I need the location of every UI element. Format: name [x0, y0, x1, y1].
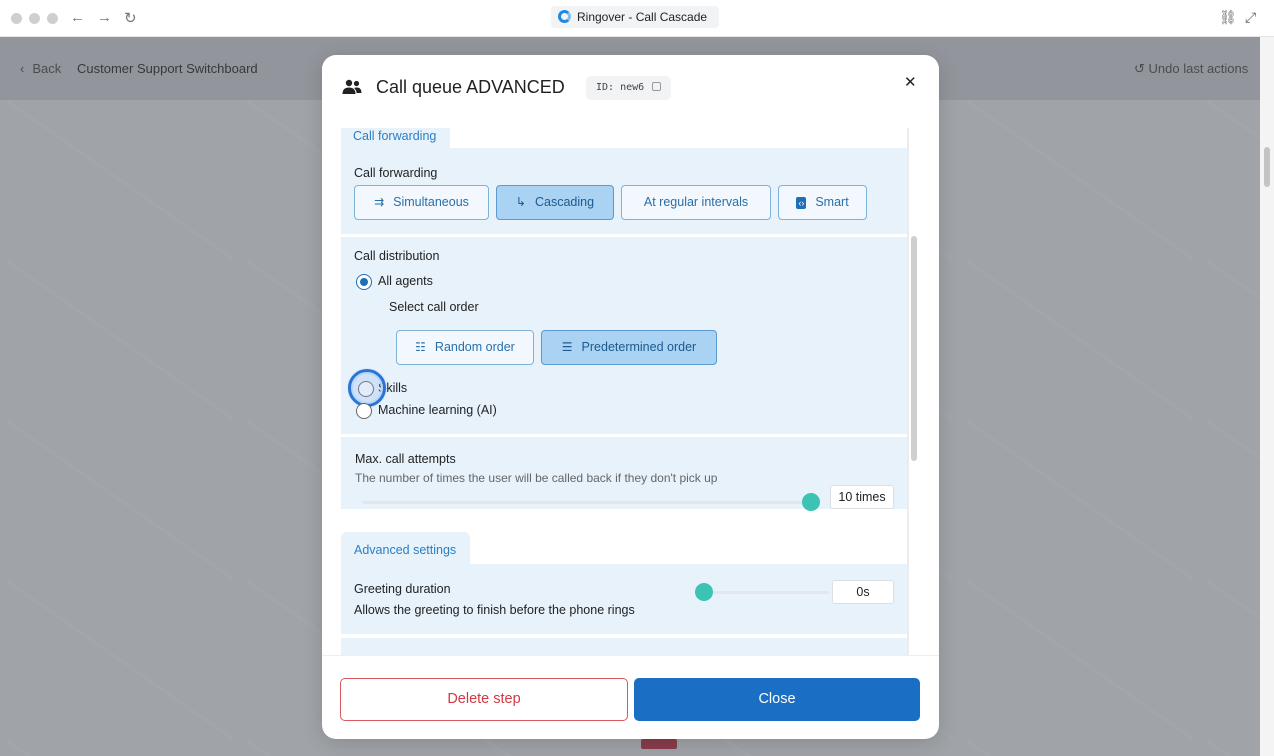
close-button[interactable]: Close [634, 678, 920, 721]
forwarding-option-label: Simultaneous [393, 195, 469, 209]
forwarding-smart-button[interactable]: ‹› Smart [778, 185, 867, 220]
modal-scroll-track[interactable] [907, 128, 909, 655]
copy-icon[interactable] [652, 82, 662, 91]
call-order-option-label: Predetermined order [581, 340, 697, 354]
window-minimize-dot[interactable] [29, 13, 40, 24]
footer-divider [322, 655, 939, 656]
step-id-badge[interactable]: ID: new6 [586, 76, 672, 100]
modal-scroll-area[interactable]: Call forwarding Call forwarding ⇉ Simulta… [322, 128, 922, 655]
max-attempts-description: The number of times the user will be cal… [355, 471, 718, 485]
delete-step-button[interactable]: Delete step [340, 678, 628, 721]
cascade-icon: ↳ [515, 195, 526, 209]
users-icon [342, 79, 362, 94]
forward-arrow-icon[interactable]: → [97, 9, 112, 26]
simultaneous-icon: ⇉ [374, 195, 385, 209]
max-attempts-slider-knob[interactable] [802, 493, 820, 511]
ringover-logo-icon [558, 10, 571, 23]
tab-advanced-settings[interactable]: Advanced settings [341, 532, 471, 568]
close-icon[interactable]: ✕ [904, 73, 917, 91]
forwarding-regular-intervals-button[interactable]: At regular intervals [621, 185, 771, 220]
forwarding-option-label: At regular intervals [643, 195, 749, 209]
radio-all-agents[interactable] [356, 274, 372, 290]
reload-icon[interactable]: ↻ [124, 9, 137, 27]
forwarding-simultaneous-button[interactable]: ⇉ Simultaneous [354, 185, 489, 220]
radio-machine-learning[interactable] [356, 403, 372, 419]
forwarding-option-label: Cascading [534, 195, 595, 209]
call-queue-modal: Call queue ADVANCED ID: new6 ✕ Call forw… [322, 55, 939, 739]
all-agents-label: All agents [378, 274, 433, 288]
predetermined-order-button[interactable]: ☰ Predetermined order [541, 330, 717, 365]
max-attempts-value[interactable]: 10 times [830, 485, 894, 509]
random-order-button[interactable]: ☷ Random order [396, 330, 534, 365]
tab-title-text: Ringover - Call Cascade [577, 10, 708, 24]
greeting-panel [341, 564, 907, 634]
call-distribution-label: Call distribution [354, 249, 440, 263]
step-id-text: ID: new6 [596, 82, 645, 93]
greeting-duration-description: Allows the greeting to finish before the… [354, 603, 635, 617]
page-scroll-thumb[interactable] [1264, 147, 1270, 187]
next-setting-panel [341, 638, 907, 655]
click-indicator [348, 369, 386, 407]
max-attempts-slider-track[interactable] [362, 501, 812, 504]
page-scrollbar[interactable] [1260, 37, 1274, 756]
forwarding-option-label: Smart [815, 195, 849, 209]
back-arrow-icon[interactable]: ← [70, 9, 85, 26]
window-controls [11, 13, 58, 24]
max-attempts-label: Max. call attempts [355, 452, 456, 466]
tab-call-forwarding[interactable]: Call forwarding [341, 128, 451, 150]
greeting-slider-knob[interactable] [695, 583, 713, 601]
window-close-dot[interactable] [11, 13, 22, 24]
call-order-option-label: Random order [434, 340, 515, 354]
link-icon[interactable]: ⛓ [1219, 9, 1237, 26]
browser-tab[interactable]: Ringover - Call Cascade [551, 6, 720, 28]
expand-icon[interactable]: ⤢ [1245, 9, 1256, 26]
greeting-duration-value[interactable]: 0s [832, 580, 894, 604]
greeting-slider-track[interactable] [704, 591, 829, 594]
forwarding-cascading-button[interactable]: ↳ Cascading [496, 185, 614, 220]
list-icon: ☷ [415, 340, 426, 354]
machine-learning-label: Machine learning (AI) [378, 403, 497, 417]
call-order-label: Select call order [389, 300, 479, 314]
ordered-list-icon: ☰ [561, 340, 573, 354]
modal-title: Call queue ADVANCED [376, 77, 565, 97]
window-maximize-dot[interactable] [47, 13, 58, 24]
call-forwarding-label: Call forwarding [354, 166, 438, 180]
browser-toolbar: ← → ↻ Ringover - Call Cascade ⛓ ⤢ [0, 0, 1274, 37]
modal-scroll-thumb[interactable] [911, 236, 917, 461]
greeting-duration-label: Greeting duration [354, 582, 451, 596]
code-icon: ‹› [796, 197, 807, 209]
